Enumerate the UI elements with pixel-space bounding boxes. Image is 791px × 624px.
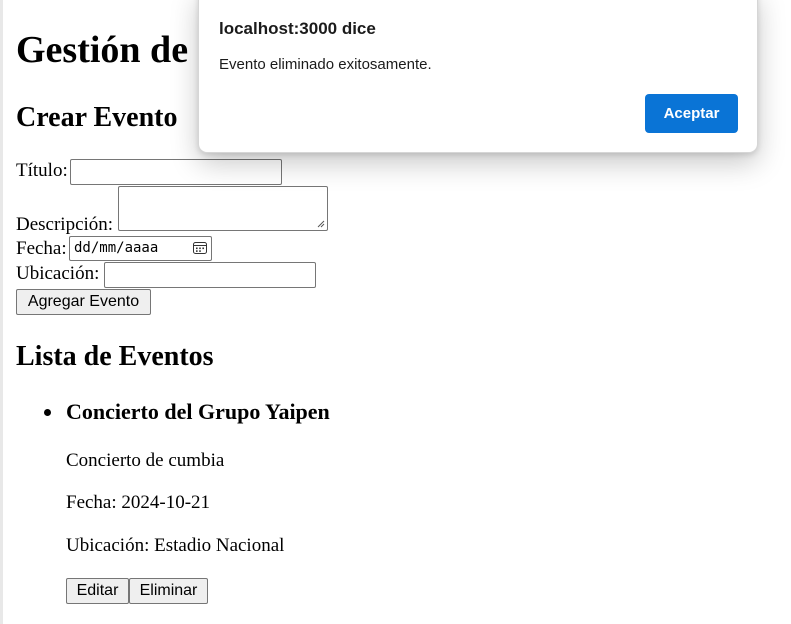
event-date: Fecha: 2024-10-21	[66, 492, 211, 513]
edit-button[interactable]: Editar	[66, 578, 129, 604]
calendar-icon[interactable]	[193, 241, 207, 254]
window-left-edge	[0, 0, 3, 624]
location-input[interactable]	[104, 262, 316, 288]
date-placeholder: dd/mm/aaaa	[74, 240, 159, 256]
resize-handle-icon[interactable]	[317, 220, 325, 228]
date-label: Fecha:	[16, 238, 67, 259]
dialog-message: Evento eliminado exitosamente.	[219, 56, 432, 73]
alert-dialog: localhost:3000 dice Evento eliminado exi…	[198, 0, 758, 153]
dialog-title: localhost:3000 dice	[219, 19, 376, 38]
event-description: Concierto de cumbia	[66, 450, 225, 471]
location-label: Ubicación:	[16, 263, 100, 284]
create-event-heading: Crear Evento	[16, 102, 178, 133]
date-input[interactable]: dd/mm/aaaa	[69, 236, 212, 261]
date-row: Fecha:	[16, 238, 67, 260]
title-label: Título:	[16, 160, 68, 181]
event-location: Ubicación: Estadio Nacional	[66, 535, 285, 556]
title-input[interactable]	[70, 159, 282, 185]
location-row: Ubicación:	[16, 263, 99, 285]
description-label: Descripción:	[16, 214, 114, 235]
add-event-button[interactable]: Agregar Evento	[16, 289, 151, 315]
title-row: Título:	[16, 160, 68, 182]
event-list-heading: Lista de Eventos	[16, 341, 214, 372]
accept-button[interactable]: Aceptar	[645, 94, 738, 133]
description-textarea[interactable]	[118, 186, 328, 231]
delete-button[interactable]: Eliminar	[129, 578, 208, 604]
description-row: Descripción:	[16, 214, 113, 236]
bullet-icon	[44, 409, 51, 416]
event-title: Concierto del Grupo Yaipen	[66, 399, 330, 424]
